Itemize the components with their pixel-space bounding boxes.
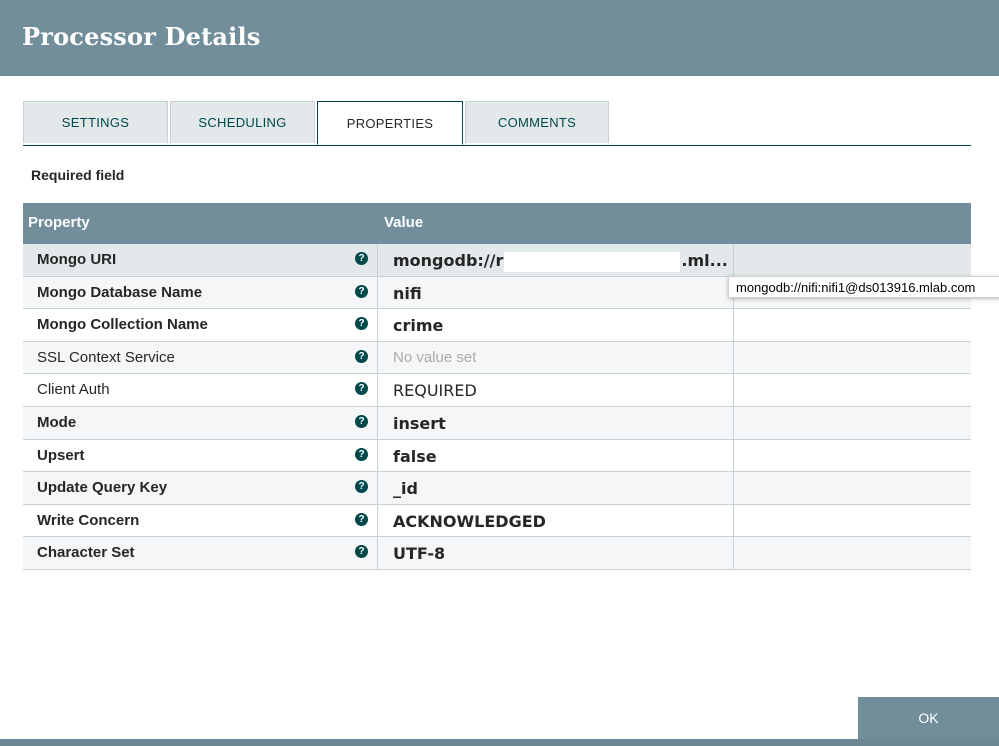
- property-value[interactable]: crime: [393, 316, 443, 335]
- table-header: Property Value: [23, 203, 971, 244]
- property-name: Character Set: [37, 544, 135, 562]
- ok-button[interactable]: OK: [858, 697, 999, 739]
- help-icon[interactable]: ?: [355, 284, 368, 298]
- column-divider: [733, 439, 734, 472]
- redaction-box: [504, 251, 681, 272]
- help-icon[interactable]: ?: [355, 447, 368, 461]
- value-prefix: mongodb://r: [393, 251, 504, 270]
- value-tooltip: mongodb://nifi:nifi1@ds013916.mlab.com: [728, 276, 999, 298]
- property-value[interactable]: insert: [393, 414, 446, 433]
- property-name: Mongo Database Name: [37, 283, 203, 301]
- property-value[interactable]: No value set: [393, 349, 476, 366]
- tab-bar: SETTINGS SCHEDULING PROPERTIES COMMENTS: [23, 101, 971, 146]
- value-suffix: .ml...: [681, 251, 728, 270]
- property-name: Mode: [37, 413, 77, 431]
- column-divider: [377, 472, 378, 504]
- column-divider: [377, 406, 378, 439]
- column-divider: [377, 276, 378, 309]
- column-divider: [733, 537, 734, 569]
- help-icon[interactable]: ?: [355, 349, 368, 363]
- column-divider: [377, 309, 378, 341]
- property-value[interactable]: mongodb://r .ml...: [393, 251, 728, 272]
- column-header-value: Value: [384, 214, 424, 231]
- table-row[interactable]: Character Set ? UTF-8: [23, 537, 971, 570]
- tab-scheduling[interactable]: SCHEDULING: [170, 101, 315, 143]
- dialog-title: Processor Details: [22, 22, 261, 51]
- help-icon[interactable]: ?: [355, 382, 368, 396]
- table-row[interactable]: Mongo URI ? mongodb://r .ml...: [23, 244, 971, 277]
- table-row[interactable]: Client Auth ? REQUIRED: [23, 374, 971, 407]
- help-icon[interactable]: ?: [355, 414, 368, 428]
- help-icon[interactable]: ?: [355, 252, 368, 265]
- property-value[interactable]: UTF-8: [393, 544, 445, 563]
- table-row[interactable]: SSL Context Service ? No value set: [23, 341, 971, 375]
- tab-properties[interactable]: PROPERTIES: [317, 101, 463, 145]
- property-value[interactable]: _id: [393, 479, 418, 498]
- table-row[interactable]: Mode ? insert: [23, 406, 971, 440]
- column-divider: [733, 504, 734, 537]
- column-divider: [733, 244, 734, 276]
- property-name: SSL Context Service: [37, 348, 175, 366]
- column-divider: [733, 309, 734, 341]
- required-field-label: Required field: [31, 167, 125, 183]
- property-name: Write Concern: [37, 511, 140, 529]
- column-divider: [377, 374, 378, 406]
- property-name: Client Auth: [37, 381, 110, 399]
- help-icon[interactable]: ?: [355, 512, 368, 526]
- column-header-property: Property: [28, 214, 90, 231]
- column-divider: [377, 439, 378, 472]
- column-divider: [377, 244, 378, 276]
- column-divider: [733, 406, 734, 439]
- property-name: Upsert: [37, 446, 85, 464]
- tab-settings[interactable]: SETTINGS: [23, 101, 168, 143]
- table-row[interactable]: Upsert ? false: [23, 439, 971, 473]
- dialog-header: Processor Details: [0, 0, 999, 76]
- property-value[interactable]: REQUIRED: [393, 381, 477, 400]
- dialog-bottom-edge: [0, 739, 999, 746]
- table-row[interactable]: Update Query Key ? _id: [23, 472, 971, 505]
- help-icon[interactable]: ?: [355, 545, 368, 559]
- help-icon[interactable]: ?: [355, 317, 368, 331]
- property-name: Mongo URI: [37, 251, 117, 268]
- property-name: Update Query Key: [37, 479, 168, 497]
- help-icon[interactable]: ?: [355, 480, 368, 494]
- column-divider: [733, 374, 734, 406]
- property-value[interactable]: ACKNOWLEDGED: [393, 512, 546, 531]
- properties-table: Property Value Mongo URI ? mongodb://r .m…: [23, 203, 971, 570]
- column-divider: [733, 472, 734, 504]
- table-row[interactable]: Mongo Collection Name ? crime: [23, 309, 971, 342]
- column-divider: [377, 341, 378, 374]
- table-row[interactable]: Write Concern ? ACKNOWLEDGED: [23, 504, 971, 538]
- column-divider: [377, 504, 378, 537]
- column-divider: [377, 537, 378, 569]
- property-name: Mongo Collection Name: [37, 316, 208, 334]
- column-divider: [733, 341, 734, 374]
- tab-comments[interactable]: COMMENTS: [465, 101, 609, 143]
- property-value[interactable]: nifi: [393, 284, 422, 303]
- property-value[interactable]: false: [393, 447, 437, 466]
